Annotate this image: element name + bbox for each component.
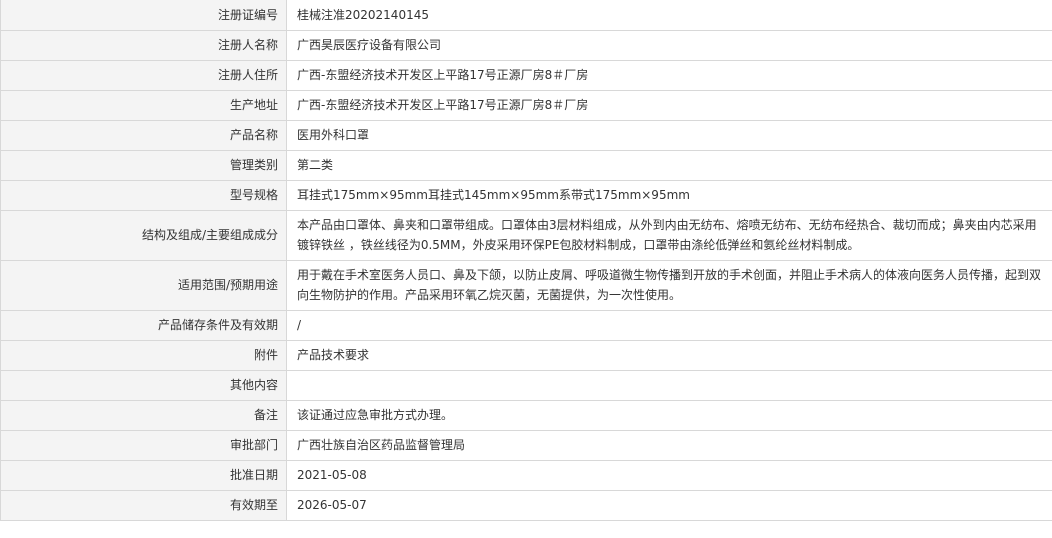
field-value <box>286 370 1052 401</box>
row-registration-number: 注册证编号 桂械注准20202140145 <box>0 0 1052 31</box>
field-value: 耳挂式175mm×95mm耳挂式145mm×95mm系带式175mm×95mm <box>286 180 1052 211</box>
row-remarks: 备注 该证通过应急审批方式办理。 <box>0 400 1052 431</box>
field-label: 注册证编号 <box>0 0 287 31</box>
field-label: 注册人住所 <box>0 60 287 91</box>
field-label: 审批部门 <box>0 430 287 461</box>
field-label: 型号规格 <box>0 180 287 211</box>
field-label: 备注 <box>0 400 287 431</box>
row-model-spec: 型号规格 耳挂式175mm×95mm耳挂式145mm×95mm系带式175mm×… <box>0 180 1052 211</box>
row-production-address: 生产地址 广西-东盟经济技术开发区上平路17号正源厂房8＃厂房 <box>0 90 1052 121</box>
field-value: 本产品由口罩体、鼻夹和口罩带组成。口罩体由3层材料组成，从外到内由无纺布、熔喷无… <box>286 210 1052 261</box>
row-approval-authority: 审批部门 广西壮族自治区药品监督管理局 <box>0 430 1052 461</box>
field-value: / <box>286 310 1052 341</box>
row-structure-composition: 结构及组成/主要组成成分 本产品由口罩体、鼻夹和口罩带组成。口罩体由3层材料组成… <box>0 210 1052 261</box>
field-label: 适用范围/预期用途 <box>0 260 287 311</box>
field-value: 用于戴在手术室医务人员口、鼻及下颌，以防止皮屑、呼吸道微生物传播到开放的手术创面… <box>286 260 1052 311</box>
field-label: 管理类别 <box>0 150 287 181</box>
field-label: 有效期至 <box>0 490 287 521</box>
field-value: 第二类 <box>286 150 1052 181</box>
row-other-content: 其他内容 <box>0 370 1052 401</box>
row-approval-date: 批准日期 2021-05-08 <box>0 460 1052 491</box>
field-label: 其他内容 <box>0 370 287 401</box>
field-value: 2026-05-07 <box>286 490 1052 521</box>
registration-record-table: 注册证编号 桂械注准20202140145 注册人名称 广西昊辰医疗设备有限公司… <box>0 0 1052 521</box>
row-valid-until: 有效期至 2026-05-07 <box>0 490 1052 521</box>
row-registrant-name: 注册人名称 广西昊辰医疗设备有限公司 <box>0 30 1052 61</box>
field-label: 生产地址 <box>0 90 287 121</box>
row-registrant-address: 注册人住所 广西-东盟经济技术开发区上平路17号正源厂房8＃厂房 <box>0 60 1052 91</box>
row-product-name: 产品名称 医用外科口罩 <box>0 120 1052 151</box>
row-attachment: 附件 产品技术要求 <box>0 340 1052 371</box>
field-value: 该证通过应急审批方式办理。 <box>286 400 1052 431</box>
field-value: 产品技术要求 <box>286 340 1052 371</box>
field-value: 广西壮族自治区药品监督管理局 <box>286 430 1052 461</box>
field-value: 广西昊辰医疗设备有限公司 <box>286 30 1052 61</box>
field-value: 2021-05-08 <box>286 460 1052 491</box>
row-intended-use: 适用范围/预期用途 用于戴在手术室医务人员口、鼻及下颌，以防止皮屑、呼吸道微生物… <box>0 260 1052 311</box>
field-label: 产品名称 <box>0 120 287 151</box>
row-storage-validity: 产品储存条件及有效期 / <box>0 310 1052 341</box>
field-label: 注册人名称 <box>0 30 287 61</box>
field-value: 医用外科口罩 <box>286 120 1052 151</box>
field-value: 广西-东盟经济技术开发区上平路17号正源厂房8＃厂房 <box>286 90 1052 121</box>
field-value: 桂械注准20202140145 <box>286 0 1052 31</box>
field-label: 产品储存条件及有效期 <box>0 310 287 341</box>
field-label: 附件 <box>0 340 287 371</box>
row-management-category: 管理类别 第二类 <box>0 150 1052 181</box>
field-value: 广西-东盟经济技术开发区上平路17号正源厂房8＃厂房 <box>286 60 1052 91</box>
field-label: 批准日期 <box>0 460 287 491</box>
field-label: 结构及组成/主要组成成分 <box>0 210 287 261</box>
